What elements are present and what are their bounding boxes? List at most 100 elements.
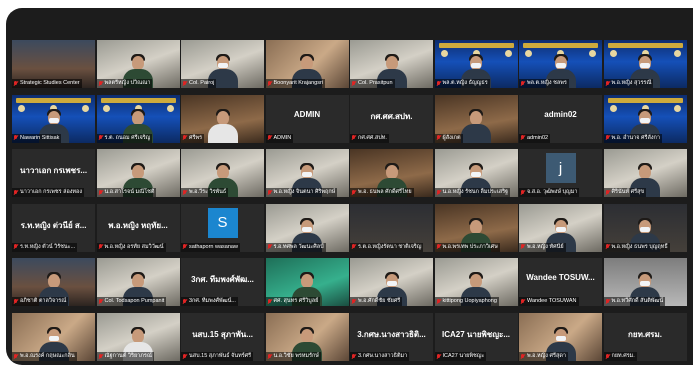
participant-name: kittipong Uopiyaphong <box>442 298 497 305</box>
mic-muted-icon <box>436 80 441 87</box>
mic-muted-icon <box>520 189 525 196</box>
participant-tile[interactable]: ร.ท.หญิง ต่วนีย์ ส... ร.ท.หญิง ตัวน์ วิรั… <box>12 203 95 252</box>
participant-tile[interactable]: น.อ.วิชัย พรหมรักษ์ <box>265 313 349 361</box>
emblem-icon <box>589 50 596 57</box>
participant-tile[interactable]: admin02 admin02 <box>519 94 602 143</box>
mic-muted-icon <box>605 135 610 141</box>
participant-tile[interactable]: พลตรีหญิง ปวิณณา <box>96 40 180 88</box>
participant-tile[interactable]: กยท.ศรม. กยท.ศรม. <box>603 313 687 361</box>
participant-tile[interactable]: พ.อ.ทวีศักดิ์ สันติพัฒน์ <box>603 258 687 307</box>
mic-muted-icon <box>13 189 18 196</box>
participant-display-name: Wandee TOSUW... <box>526 273 595 283</box>
participant-name-label: Wandee TOSUWAN <box>519 297 579 307</box>
participant-tile[interactable]: 3.กศษ.นางสาวธิติ... 3.กศษ.นางสาวธิติมา <box>350 313 433 361</box>
conference-banner <box>523 43 598 48</box>
participant-tile[interactable]: ร.อ.ทศพล วัฒนะศิลป์ <box>265 203 349 252</box>
participant-display-name: กศ.ศศ.สปท. <box>370 111 413 121</box>
participant-name-label: ICA27 นายพิชญะ <box>434 352 487 361</box>
mic-muted-icon <box>520 135 525 141</box>
participant-display-name: นสบ.15 สุภาพัน... <box>192 330 253 339</box>
participant-name-label: ร.อ.ทศพล วัฒนะศิลป์ <box>265 242 326 252</box>
participant-name-label: พ.อ.ศักดิ์ชัย ชัยศรี <box>350 297 403 307</box>
mic-muted-icon <box>520 298 525 305</box>
participant-tile[interactable]: พ.อ. อำนาจ ศรีลังกา <box>603 94 687 143</box>
participant-tile[interactable]: นสบ.15 สุภาพัน... นสบ.15 สุภาพันธ์ จันทร์… <box>181 313 264 361</box>
participant-tile[interactable]: ศศ. สุนทร ศรีวิบูลย์ <box>265 258 349 307</box>
emblem-icon <box>82 104 89 112</box>
participant-tile[interactable]: พล.ต.หญิง ชลพร <box>519 40 602 88</box>
participant-tile[interactable]: Ssathaporn wasanaw <box>181 203 264 252</box>
participant-tile[interactable]: ร.ต.อ.หญิงรัตนา ชาติเจริญ <box>350 203 433 252</box>
participant-name: กยท.ศรม. <box>611 353 635 359</box>
participant-tile[interactable]: พ.อ.หญิง ธนพร บุญฤทธิ์ <box>603 203 687 252</box>
participant-tile[interactable]: j จ.ส.อ. วุฒิพงษ์ บุญมา <box>519 149 602 198</box>
mic-muted-icon <box>605 80 610 87</box>
conference-banner <box>607 97 683 103</box>
mic-muted-icon <box>98 244 103 250</box>
participant-name-label: พล.ต.หญิง ชลพร <box>519 79 569 88</box>
participant-name: พ.อ. อำนาจ ศรีลังกา <box>611 134 660 141</box>
participant-tile[interactable]: ร.ต. ถนอม ศรีเจริญ <box>96 94 180 143</box>
participant-tile[interactable]: พ.อ.ณรงค์ กฤษณะกลิ่น <box>12 313 95 361</box>
participant-tile[interactable]: Col. Todsapon Pumpanit <box>96 258 180 307</box>
participant-display-name: 3.กศษ.นางสาวธิติ... <box>357 330 426 339</box>
participant-name-label: พ.อ.ทวีศักดิ์ สันติพัฒน์ <box>603 297 666 307</box>
participant-tile[interactable]: น.อ.สาโรจน์ มณีโชติ <box>96 149 180 198</box>
participant-name-label: ร.ต. ถนอม ศรีเจริญ <box>96 133 153 143</box>
participant-tile[interactable]: ADMIN ADMIN <box>265 94 349 143</box>
emblem-icon <box>440 50 448 57</box>
participant-tile[interactable]: พ.อ.หญิง ทัศนีย์ <box>519 203 602 252</box>
participant-tile[interactable]: kittipong Uopiyaphong <box>434 258 518 307</box>
participant-tile[interactable]: น.อ.หญิง รัชนก ลิ้มประเสริฐ <box>434 149 518 198</box>
participant-tile[interactable]: ผู้สังเกต <box>434 94 518 143</box>
participant-tile[interactable]: ศรีพร <box>181 94 264 143</box>
participant-name-label: น.อ.วิชัย พรหมรักษ์ <box>265 352 321 361</box>
participant-tile[interactable]: ศิรินันท์ ศรีสุข <box>603 149 687 198</box>
participant-tile[interactable]: พ.อ.ศักดิ์ชัย ชัยศรี <box>350 258 433 307</box>
participant-tile[interactable]: พ.อ.หญิง ศรีสุดา <box>519 313 602 361</box>
participant-name: ร.อ.ทศพล วัฒนะศิลป์ <box>273 243 324 250</box>
participant-name: Col. Prasitpun <box>358 80 393 86</box>
participant-tile[interactable]: Wandee TOSUW... Wandee TOSUWAN <box>519 258 602 307</box>
participant-name: อภิชาติ ตาลวิจารณ์ <box>20 298 67 305</box>
participant-tile[interactable]: นาวาเอก กรเพชร... นาวาเอก กรเพชร ล่องทอง <box>12 149 95 198</box>
mic-muted-icon <box>182 353 187 360</box>
participant-tile[interactable]: Strategic Studies Center <box>12 40 95 88</box>
participant-tile[interactable]: พ.อ.หญิง หฤทัย... พ.อ.หญิง อรทัย สมวิวัฒน… <box>96 203 180 252</box>
participant-tile[interactable]: 3กศ. ทีมพงศ์พัฒ... 3กศ. ทีมพงศ์พัฒน์... <box>181 258 264 307</box>
participant-name: พ.อ.หญิง จินตนา ศิริพฤกษ์ <box>273 189 336 196</box>
participant-tile[interactable]: พ.อ. ธนพล ศักดิ์ศรีไทย <box>350 149 433 198</box>
participant-name: 3กศ. ทีมพงศ์พัฒน์... <box>189 298 236 305</box>
participant-tile[interactable]: Col. Prasitpun <box>350 40 433 88</box>
participant-name-label: น.อ.สาโรจน์ มณีโชติ <box>96 188 157 198</box>
participant-tile[interactable]: อภิชาติ ตาลวิจารณ์ <box>12 258 95 307</box>
participant-name-label: ร.ต.อ.หญิงรัตนา ชาติเจริญ <box>350 242 424 252</box>
participant-silhouette <box>461 108 491 143</box>
emblem-icon <box>673 104 681 112</box>
participant-tile[interactable]: ICA27 นายพิชญะ... ICA27 นายพิชญะ <box>434 313 518 361</box>
participant-tile[interactable]: พ.อ.วีระ วิรพันธ์ <box>181 149 264 198</box>
participant-tile[interactable]: พ.อ.หญิง สุวรรณี <box>603 40 687 88</box>
participant-tile[interactable]: ณัฐกานต์ วิริยาภรณ์ <box>96 313 180 361</box>
participant-display-name: 3กศ. ทีมพงศ์พัฒ... <box>191 275 254 285</box>
participant-tile[interactable]: กศ.ศศ.สปท. กศ.ศศ.สปท. <box>350 94 433 143</box>
mic-muted-icon <box>605 244 610 250</box>
participant-name: น.อ.หญิง รัชนก ลิ้มประเสริฐ <box>442 189 509 196</box>
participant-tile[interactable]: พ.อ.หญิง จินตนา ศิริพฤกษ์ <box>265 149 349 198</box>
participant-name: ศศ. สุนทร ศรีวิบูลย์ <box>273 298 319 305</box>
participant-name: พลตรีหญิง ปวิณณา <box>104 80 151 86</box>
participant-name: พ.อ.ศักดิ์ชัย ชัยศรี <box>358 298 401 305</box>
participant-tile[interactable]: Boonyarit Krajangsri <box>265 40 349 88</box>
participant-tile[interactable]: Col. Pairoj <box>181 40 264 88</box>
participant-display-name: นาวาเอก กรเพชร... <box>19 166 88 176</box>
mic-muted-icon <box>182 298 187 305</box>
participant-tile[interactable]: Nawarin Sittisak <box>12 94 95 143</box>
participant-tile[interactable]: พล.ต.หญิง ธัญญธร <box>434 40 518 88</box>
participant-name-label: พลตรีหญิง ปวิณณา <box>96 79 153 88</box>
mic-muted-icon <box>267 353 272 360</box>
participant-tile[interactable]: พ.อ.พรเทพ ประภาวิเศษ <box>434 203 518 252</box>
mic-muted-icon <box>13 135 18 141</box>
mic-muted-icon <box>267 298 272 305</box>
mic-muted-icon <box>436 135 441 141</box>
participant-name: ร.ท.หญิง ตัวน์ วิรัชนะ... <box>20 243 76 250</box>
